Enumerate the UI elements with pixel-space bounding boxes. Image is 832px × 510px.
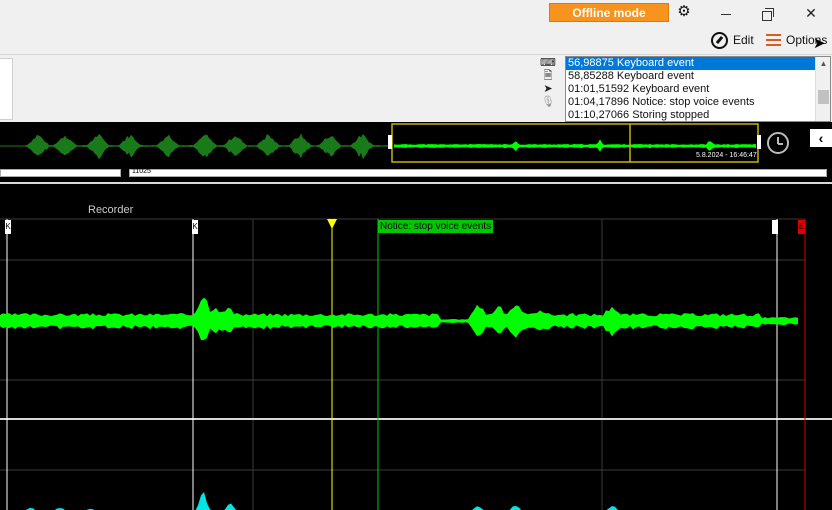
app-window: Offline mode ⚙ ✕ Edit Options ➤ ⌨ 🗎 ➤ 🎙 … — [0, 0, 832, 510]
event-log-item[interactable]: 01:10,27066 Storing stopped — [566, 109, 830, 121]
selection-left-handle[interactable] — [388, 135, 392, 149]
notice-marker-label[interactable]: Notice: stop voice events — [378, 220, 494, 233]
marker-flag[interactable]: K — [192, 220, 198, 234]
event-log-scrollbar[interactable]: ▲ — [815, 57, 830, 121]
scrollbar-thumb[interactable] — [818, 90, 829, 104]
collapse-button[interactable]: ‹ — [810, 129, 832, 147]
playhead-marker[interactable] — [327, 219, 337, 229]
document-icon[interactable]: 🗎 — [540, 70, 556, 83]
title-bar: Offline mode ⚙ ✕ — [0, 0, 832, 28]
maximize-icon — [762, 8, 774, 22]
event-log-list[interactable]: 56,98875 Keyboard event 58,85288 Keyboar… — [565, 56, 831, 122]
hamburger-icon — [766, 34, 781, 46]
track-area[interactable]: Recorder K K Notice: stop voice events E — [0, 182, 832, 510]
ruler-position-label: 11025 — [132, 168, 151, 175]
microphone-icon[interactable]: 🎙 — [540, 96, 556, 109]
minimize-button[interactable] — [712, 2, 740, 24]
edit-label: Edit — [733, 33, 754, 47]
clock-icon[interactable] — [767, 132, 789, 154]
time-ruler[interactable]: 11025 — [0, 166, 832, 182]
event-panel: ⌨ 🗎 ➤ 🎙 56,98875 Keyboard event 58,85288… — [0, 54, 832, 122]
left-panel-box — [0, 58, 13, 120]
keyboard-icon[interactable]: ⌨ — [540, 57, 556, 70]
event-source-icons: ⌨ 🗎 ➤ 🎙 — [540, 57, 556, 121]
compass-icon — [711, 31, 728, 49]
selection-right-handle[interactable] — [757, 135, 761, 149]
maximize-button[interactable] — [754, 2, 782, 24]
end-marker-flag[interactable]: E — [798, 220, 805, 234]
mouse-pointer-icon: ➤ — [813, 35, 826, 52]
event-log-item[interactable]: 01:01,51592 Keyboard event — [566, 83, 830, 96]
overview-waveform — [0, 123, 761, 163]
close-icon: ✕ — [805, 5, 817, 21]
chevron-left-icon: ‹ — [818, 130, 824, 146]
marker-flag[interactable]: K — [5, 220, 11, 234]
ruler-main-segment: 11025 — [129, 168, 827, 177]
edit-button[interactable]: Edit — [711, 30, 754, 50]
event-log-item[interactable]: 56,98875 Keyboard event — [566, 57, 830, 70]
cursor-icon[interactable]: ➤ — [540, 83, 556, 96]
overview-timestamp: 5.8.2024 - 16:46:47 — [696, 152, 757, 159]
track-title: Recorder — [88, 204, 134, 216]
menu-bar: Edit Options — [0, 28, 832, 54]
marker-flag[interactable] — [772, 220, 778, 234]
event-log-item[interactable]: 58,85288 Keyboard event — [566, 70, 830, 83]
close-button[interactable]: ✕ — [797, 2, 825, 24]
overview-strip[interactable]: 5.8.2024 - 16:46:47 ‹ — [0, 122, 832, 166]
ruler-left-segment — [0, 169, 121, 177]
offline-mode-badge[interactable]: Offline mode — [549, 3, 669, 22]
minimize-icon — [721, 13, 731, 15]
gear-icon[interactable]: ⚙ — [676, 4, 692, 20]
event-log-item[interactable]: 01:04,17896 Notice: stop voice events — [566, 96, 830, 109]
scroll-up-icon[interactable]: ▲ — [816, 57, 830, 71]
